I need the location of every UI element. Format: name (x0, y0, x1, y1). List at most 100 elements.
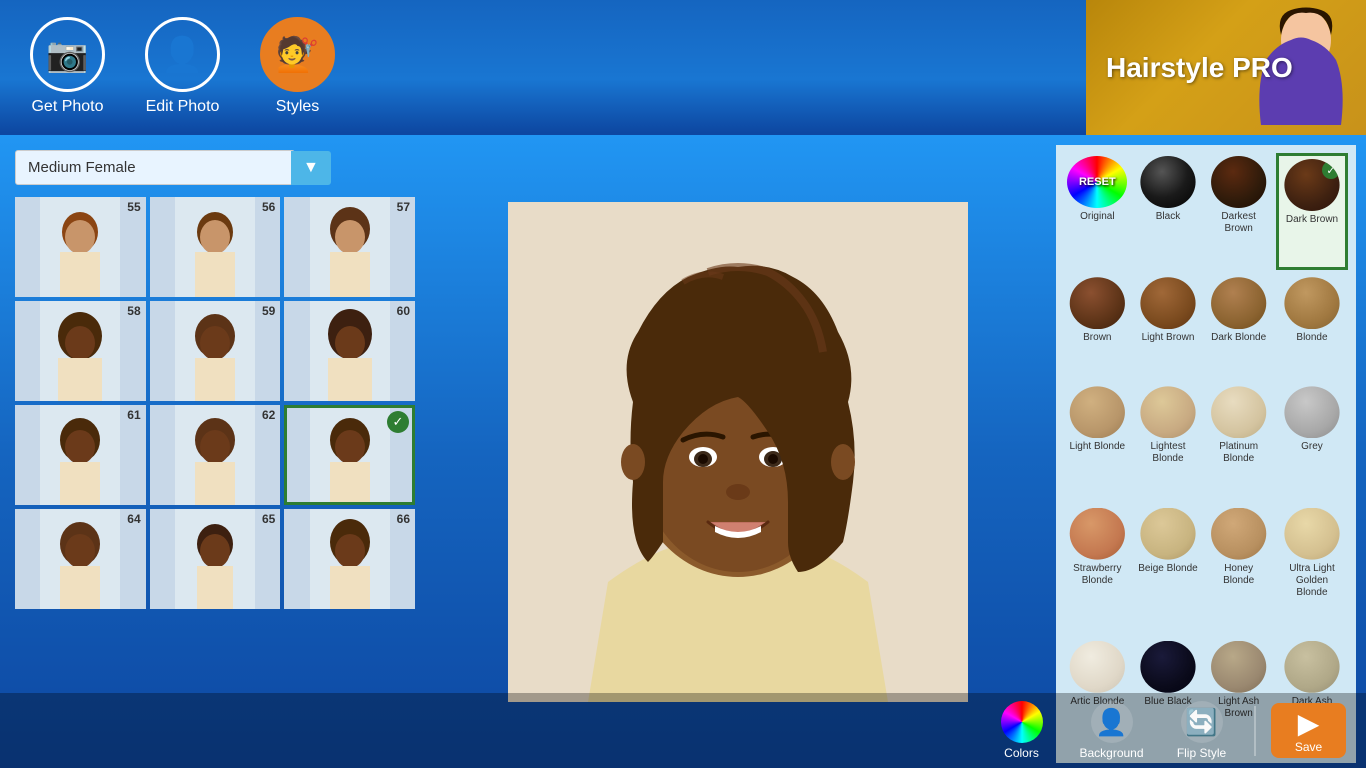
flip-style-label: Flip Style (1177, 746, 1226, 760)
color-ultra-light-golden-blonde[interactable]: Ultra Light Golden Blonde (1276, 505, 1348, 634)
style-num-55: 55 (127, 200, 140, 214)
color-swatch-ultra-light-golden-blonde (1282, 508, 1342, 560)
flip-style-button[interactable]: 🔄 Flip Style (1159, 698, 1244, 763)
color-light-brown[interactable]: Light Brown (1135, 274, 1202, 379)
color-dark-brown[interactable]: ✓ Dark Brown (1276, 153, 1348, 270)
color-original[interactable]: RESET Original (1064, 153, 1131, 270)
color-swatch-blonde (1282, 277, 1342, 329)
color-brown[interactable]: Brown (1064, 274, 1131, 379)
reset-button[interactable]: RESET (1067, 156, 1127, 208)
color-swatch-light-ash-brown (1209, 641, 1269, 693)
styles-grid: 55 56 (15, 197, 415, 609)
style-num-59: 59 (262, 304, 275, 318)
color-honey-blonde-label: Honey Blonde (1208, 563, 1269, 587)
color-ultra-light-golden-blonde-label: Ultra Light Golden Blonde (1279, 563, 1345, 599)
edit-photo-label: Edit Photo (146, 98, 220, 116)
get-photo-label: Get Photo (31, 98, 103, 116)
color-swatch-light-blonde (1067, 386, 1127, 438)
color-darkest-brown[interactable]: Darkest Brown (1205, 153, 1272, 270)
style-num-62: 62 (262, 408, 275, 422)
background-icon: 👤 (1091, 701, 1133, 743)
toolbar-divider (1254, 706, 1256, 756)
color-swatch-artic-blonde (1067, 641, 1127, 693)
color-honey-blonde[interactable]: Honey Blonde (1205, 505, 1272, 634)
color-beige-blonde[interactable]: Beige Blonde (1135, 505, 1202, 634)
save-button[interactable]: ▶ Save (1271, 703, 1346, 758)
nav-get-photo[interactable]: 📷 Get Photo (30, 17, 105, 116)
style-item-66[interactable]: 66 (284, 509, 415, 609)
style-item-61[interactable]: 61 (15, 405, 146, 505)
style-num-66: 66 (397, 512, 410, 526)
colors-icon (1001, 701, 1043, 743)
color-swatch-platinum-blonde (1209, 386, 1269, 438)
color-strawberry-blonde[interactable]: Strawberry Blonde (1064, 505, 1131, 634)
style-num-57: 57 (397, 200, 410, 214)
color-light-brown-label: Light Brown (1142, 332, 1195, 344)
nav-styles[interactable]: 💇 Styles (260, 17, 335, 116)
color-swatch-darkest-brown (1209, 156, 1269, 208)
color-swatch-honey-blonde (1209, 508, 1269, 560)
color-swatch-brown (1067, 277, 1127, 329)
logo-area: Hairstyle PRO (1086, 0, 1366, 135)
style-item-62[interactable]: 62 (150, 405, 281, 505)
color-swatch-light-brown (1138, 277, 1198, 329)
edit-photo-icon: 👤 (145, 17, 220, 92)
color-dark-blonde[interactable]: Dark Blonde (1205, 274, 1272, 379)
color-original-label: Original (1080, 211, 1114, 223)
color-lightest-blonde-label: Lightest Blonde (1138, 441, 1199, 465)
style-num-60: 60 (397, 304, 410, 318)
background-button[interactable]: 👤 Background (1069, 698, 1154, 763)
get-photo-icon: 📷 (30, 17, 105, 92)
save-icon: ▶ (1298, 707, 1320, 740)
style-item-58[interactable]: 58 (15, 301, 146, 401)
header: 📷 Get Photo 👤 Edit Photo 💇 Styles Hairst… (0, 0, 1366, 135)
color-swatch-beige-blonde (1138, 508, 1198, 560)
background-label: Background (1079, 746, 1143, 760)
style-num-61: 61 (127, 408, 140, 422)
color-darkest-brown-label: Darkest Brown (1208, 211, 1269, 235)
flip-style-icon: 🔄 (1181, 701, 1223, 743)
nav-edit-photo[interactable]: 👤 Edit Photo (145, 17, 220, 116)
style-item-55[interactable]: 55 (15, 197, 146, 297)
color-lightest-blonde[interactable]: Lightest Blonde (1135, 383, 1202, 500)
style-item-65[interactable]: 65 (150, 509, 281, 609)
center-panel (430, 135, 1046, 768)
style-num-65: 65 (262, 512, 275, 526)
color-dark-blonde-label: Dark Blonde (1211, 332, 1266, 344)
right-panel: RESET Original Black Darkest Brown ✓ Dar… (1046, 135, 1366, 768)
style-item-60[interactable]: 60 (284, 301, 415, 401)
color-swatch-lightest-blonde (1138, 386, 1198, 438)
color-black[interactable]: Black (1135, 153, 1202, 270)
style-item-56[interactable]: 56 (150, 197, 281, 297)
color-platinum-blonde[interactable]: Platinum Blonde (1205, 383, 1272, 500)
color-grey-label: Grey (1301, 441, 1323, 453)
bottom-toolbar: Colors 👤 Background 🔄 Flip Style ▶ Save (0, 693, 1366, 768)
style-item-57[interactable]: 57 (284, 197, 415, 297)
style-item-63[interactable]: ✓ (284, 405, 415, 505)
style-item-59[interactable]: 59 (150, 301, 281, 401)
style-num-56: 56 (262, 200, 275, 214)
photo-frame (508, 202, 968, 702)
colors-button[interactable]: Colors (979, 698, 1064, 763)
style-item-64[interactable]: 64 (15, 509, 146, 609)
style-category-dropdown[interactable]: Medium Female (15, 150, 295, 185)
save-label: Save (1295, 740, 1322, 754)
color-swatch-dark-brown: ✓ (1282, 159, 1342, 211)
color-grey[interactable]: Grey (1276, 383, 1348, 500)
selected-color-checkmark: ✓ (1322, 161, 1340, 179)
dropdown-arrow-icon[interactable]: ▼ (291, 151, 331, 185)
color-blonde-label: Blonde (1296, 332, 1327, 344)
color-platinum-blonde-label: Platinum Blonde (1208, 441, 1269, 465)
color-brown-label: Brown (1083, 332, 1111, 344)
color-light-blonde-label: Light Blonde (1070, 441, 1126, 453)
styles-icon: 💇 (260, 17, 335, 92)
color-swatch-black (1138, 156, 1198, 208)
main-content: Medium Female ▼ 55 56 (0, 135, 1366, 768)
colors-label: Colors (1004, 746, 1039, 760)
logo-text: Hairstyle PRO (1106, 52, 1293, 84)
styles-label: Styles (276, 98, 320, 116)
color-blonde[interactable]: Blonde (1276, 274, 1348, 379)
color-light-blonde[interactable]: Light Blonde (1064, 383, 1131, 500)
color-black-label: Black (1156, 211, 1180, 223)
dropdown-row: Medium Female ▼ (15, 150, 415, 185)
